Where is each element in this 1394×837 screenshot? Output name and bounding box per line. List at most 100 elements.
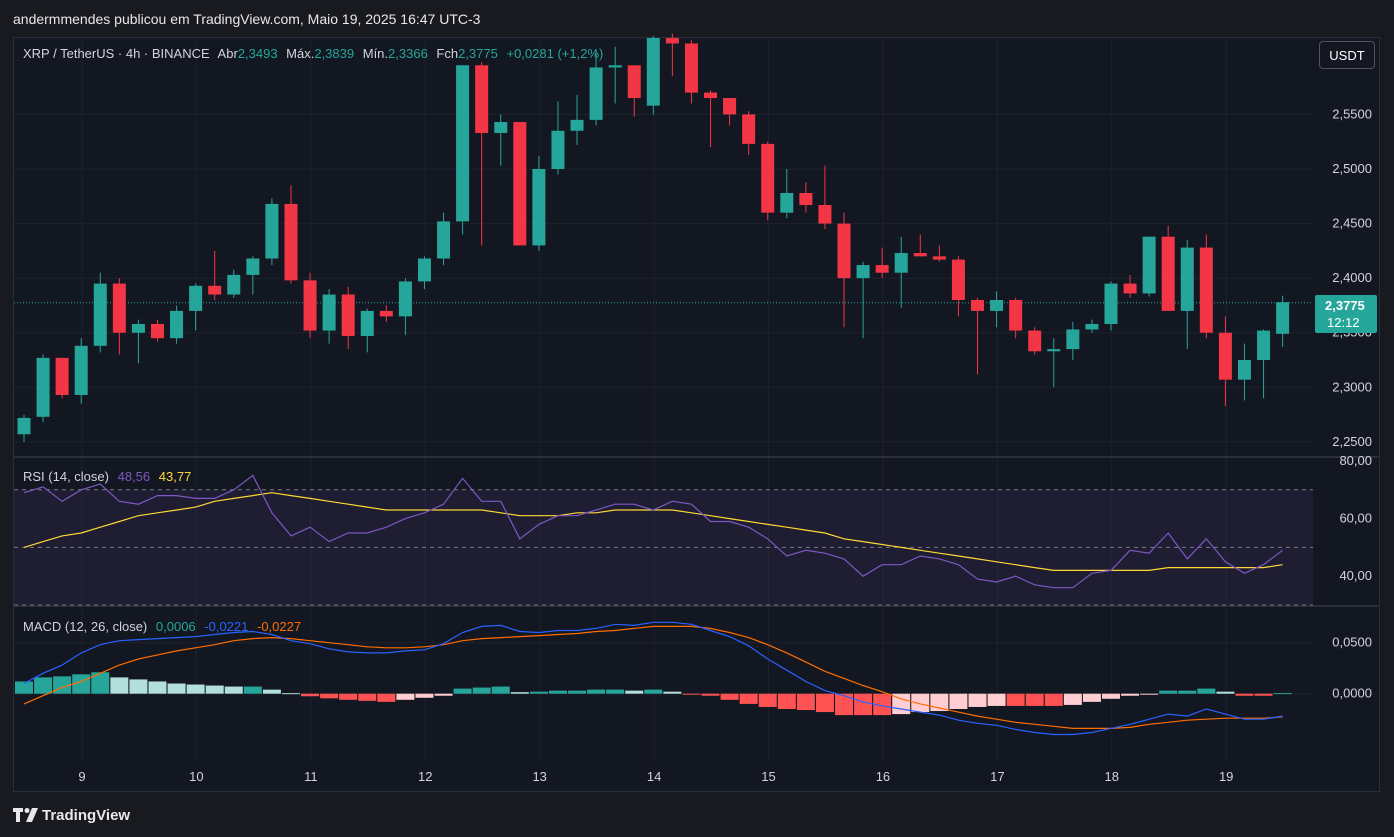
- candle-up: [1085, 324, 1099, 330]
- candle-up: [551, 130, 565, 169]
- candle-down: [1009, 299, 1023, 331]
- candle-up: [856, 265, 870, 279]
- rsi-title[interactable]: RSI (14, close): [23, 469, 109, 484]
- candle-up: [894, 253, 908, 273]
- macd-signal-value: -0,0227: [257, 619, 302, 634]
- macd-legend[interactable]: MACD (12, 26, close) 0,0006 -0,0221 -0,0…: [23, 619, 306, 634]
- macd-histogram-bar: [339, 693, 358, 700]
- tradingview-logo-icon[interactable]: [13, 808, 39, 822]
- symbol-label[interactable]: XRP / TetherUS · 4h · BINANCE: [23, 46, 210, 61]
- macd-histogram-bar: [682, 693, 701, 695]
- last-price-value: 2,3775: [1325, 298, 1365, 313]
- candle-up: [360, 310, 374, 337]
- candle-up: [1142, 236, 1156, 294]
- candle-up: [456, 65, 470, 222]
- high-value: 2,3839: [314, 46, 355, 61]
- candle-down: [723, 98, 737, 115]
- candle-down: [1218, 332, 1232, 380]
- chart-canvas[interactable]: 9101112131415161718192,25002,30002,35002…: [0, 0, 1394, 837]
- candle-up: [570, 119, 584, 131]
- candle-up: [1047, 349, 1061, 352]
- price-pane: [17, 33, 1290, 442]
- candle-down: [665, 38, 679, 44]
- macd-histogram-bar: [987, 693, 1006, 706]
- candle-down: [818, 205, 832, 224]
- macd-histogram-bar: [568, 690, 587, 694]
- macd-histogram-bar: [453, 688, 472, 694]
- macd-histogram-bar: [472, 687, 491, 694]
- candle-down: [1199, 247, 1213, 333]
- price-tick-label: 2,5500: [1332, 106, 1372, 121]
- macd-histogram-bar: [262, 689, 281, 694]
- candle-up: [1104, 283, 1118, 325]
- macd-histogram-bar: [739, 693, 758, 704]
- x-tick-label: 13: [532, 769, 546, 784]
- macd-histogram-bar: [758, 693, 777, 707]
- macd-histogram-bar: [548, 690, 567, 694]
- macd-histogram-bar: [663, 691, 682, 694]
- candle-up: [322, 294, 336, 331]
- candle-up: [398, 281, 412, 317]
- candle-down: [112, 283, 126, 333]
- close-value: 2,3775: [458, 46, 498, 61]
- open-label: Abr: [217, 46, 238, 61]
- macd-hist-value: 0,0006: [155, 619, 196, 634]
- last-price-label: 2,3775 12:12: [1315, 295, 1377, 333]
- macd-histogram-bar: [625, 690, 644, 694]
- candle-up: [589, 67, 603, 120]
- candle-up: [437, 221, 451, 259]
- x-tick-label: 15: [761, 769, 775, 784]
- macd-histogram-bar: [186, 684, 205, 694]
- candle-down: [742, 114, 756, 144]
- price-tick-label: 2,5000: [1332, 161, 1372, 176]
- x-tick-label: 12: [418, 769, 432, 784]
- rsi-tick-label: 80,00: [1339, 453, 1372, 468]
- macd-value: -0,0221: [204, 619, 249, 634]
- macd-histogram-bar: [1025, 693, 1044, 706]
- macd-histogram-bar: [1216, 691, 1235, 694]
- macd-histogram-bar: [1178, 690, 1197, 694]
- macd-histogram-bar: [434, 693, 453, 696]
- rsi-legend[interactable]: RSI (14, close) 48,56 43,77: [23, 469, 196, 484]
- macd-histogram-bar: [205, 685, 224, 694]
- x-tick-label: 9: [78, 769, 85, 784]
- bar-countdown: 12:12: [1327, 315, 1360, 330]
- currency-button[interactable]: USDT: [1319, 41, 1375, 69]
- candle-up: [780, 193, 794, 213]
- rsi-ma-value: 43,77: [158, 469, 192, 484]
- candle-down: [1161, 236, 1175, 311]
- macd-histogram-bar: [720, 693, 739, 700]
- macd-histogram-bar: [777, 693, 796, 709]
- macd-histogram-bar: [1006, 693, 1025, 706]
- candle-down: [913, 253, 927, 257]
- candle-down: [704, 92, 718, 99]
- tradingview-logo-text[interactable]: TradingView: [42, 807, 130, 824]
- high-label: Máx.: [286, 46, 315, 61]
- ohlc-legend[interactable]: XRP / TetherUS · 4h · BINANCE Abr2,3493 …: [23, 46, 608, 61]
- macd-histogram-bar: [1121, 693, 1140, 696]
- candle-up: [1237, 360, 1251, 380]
- candle-up: [93, 283, 107, 346]
- macd-histogram-bar: [243, 686, 262, 694]
- macd-histogram-bar: [1044, 693, 1063, 706]
- macd-histogram-bar: [34, 677, 53, 694]
- candle-up: [1276, 302, 1290, 334]
- macd-histogram-bar: [129, 679, 148, 694]
- macd-histogram-bar: [320, 693, 339, 699]
- macd-histogram-bar: [968, 693, 987, 707]
- macd-histogram-bar: [148, 681, 167, 694]
- macd-histogram-bar: [491, 686, 510, 694]
- candle-down: [761, 143, 775, 213]
- candle-up: [532, 168, 546, 246]
- macd-histogram-bar: [911, 693, 930, 713]
- price-tick-label: 2,2500: [1332, 434, 1372, 449]
- x-tick-label: 11: [304, 769, 318, 784]
- macd-tick-label: 0,0000: [1332, 686, 1372, 701]
- candle-up: [36, 357, 50, 417]
- macd-histogram-bar: [587, 689, 606, 694]
- candle-up: [646, 38, 660, 106]
- macd-tick-label: 0,0500: [1332, 635, 1372, 650]
- macd-histogram-bar: [1273, 693, 1292, 695]
- candle-down: [971, 299, 984, 311]
- macd-title[interactable]: MACD (12, 26, close): [23, 619, 147, 634]
